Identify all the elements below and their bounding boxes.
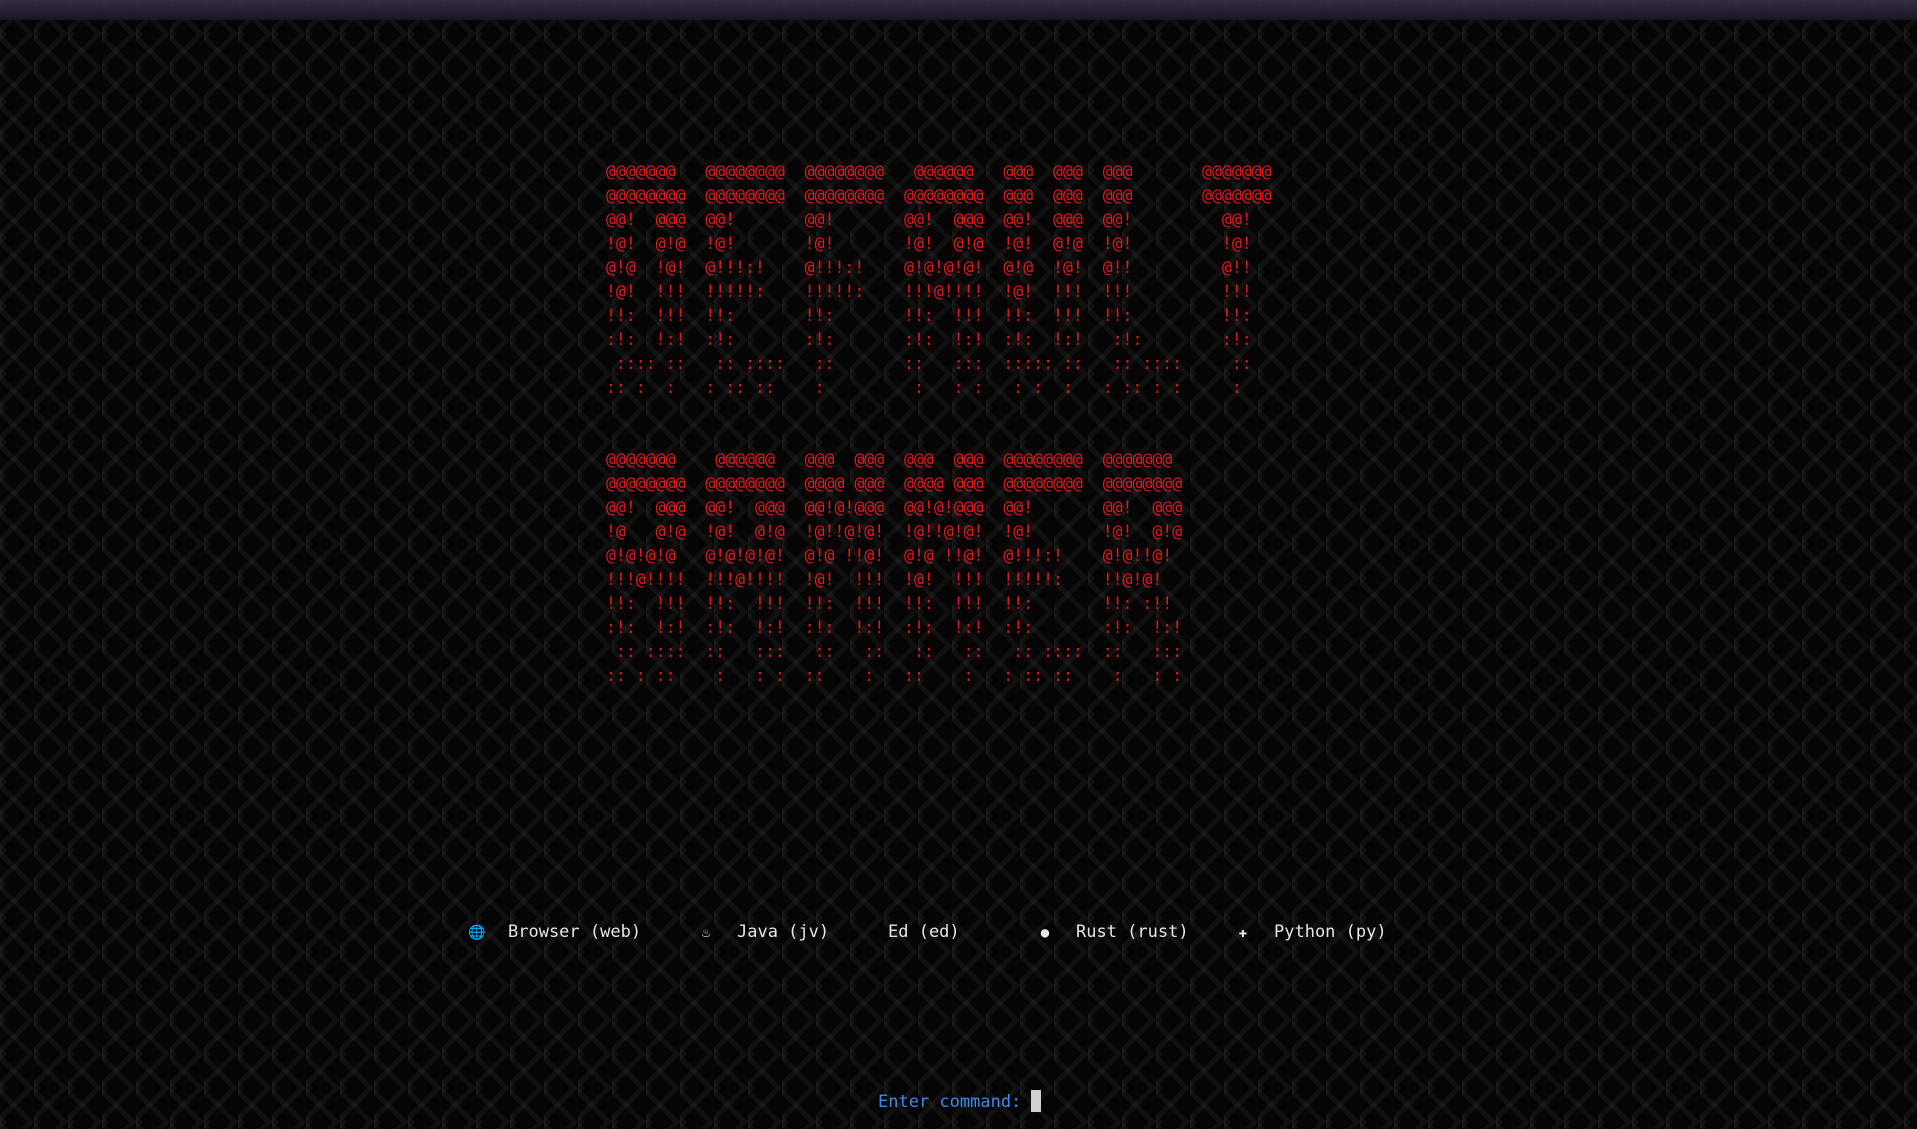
- ascii-banner-bottom: @@@@@@@ @@@@@@ @@@ @@@ @@@ @@@ @@@@@@@@ …: [606, 450, 1183, 685]
- window-title-bar: [0, 0, 1917, 20]
- java-icon: ♨: [701, 925, 711, 941]
- menu-item-label: Java (jv): [737, 922, 830, 942]
- menu-item-label: Ed (ed): [888, 922, 960, 942]
- menu-item-rust[interactable]: ● Rust (rust): [1036, 922, 1189, 942]
- menu-item-python[interactable]: ✚ Python (py): [1234, 922, 1387, 942]
- menu-item-java[interactable]: ♨ Java (jv): [697, 922, 829, 942]
- prompt-label: Enter command:: [878, 1092, 1022, 1112]
- menu-item-label: Python (py): [1274, 922, 1387, 942]
- text-cursor[interactable]: [1031, 1090, 1042, 1112]
- menu-item-label: Rust (rust): [1076, 922, 1189, 942]
- python-icon: ✚: [1238, 925, 1248, 941]
- rust-icon: ●: [1040, 925, 1050, 941]
- launcher-menu: 🌐 Browser (web) ♨ Java (jv) Ed (ed) ● Rust …: [0, 922, 1917, 952]
- globe-icon: 🌐: [468, 925, 486, 941]
- command-prompt[interactable]: Enter command:: [878, 1090, 1042, 1112]
- menu-item-label: Browser (web): [508, 922, 642, 942]
- menu-item-browser[interactable]: 🌐 Browser (web): [468, 922, 641, 942]
- menu-item-ed[interactable]: Ed (ed): [888, 922, 960, 942]
- ascii-banner-top: @@@@@@@ @@@@@@@@ @@@@@@@@ @@@@@@ @@@ @@@…: [606, 162, 1272, 397]
